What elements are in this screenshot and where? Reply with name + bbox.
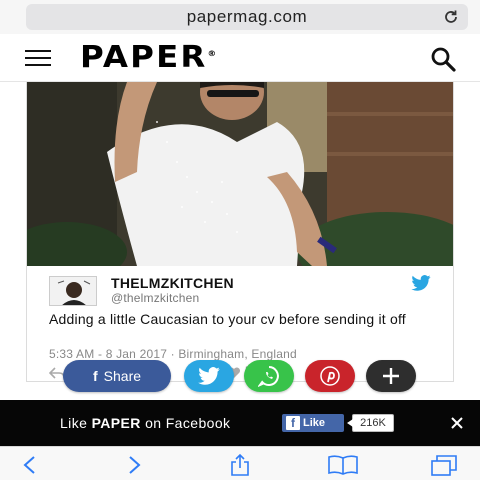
close-icon[interactable]	[449, 415, 465, 431]
tweet-text: Adding a little Caucasian to your cv bef…	[49, 311, 406, 327]
facebook-share-button[interactable]: f Share	[63, 360, 171, 392]
facebook-like-bar: Like PAPER on Facebook f Like 216K	[0, 400, 480, 446]
site-header: PAPER®	[0, 34, 480, 82]
facebook-like-count: 216K	[347, 414, 394, 432]
share-icon[interactable]	[226, 453, 254, 477]
browser-toolbar	[0, 446, 480, 480]
like-bar-text: Like PAPER on Facebook	[60, 400, 230, 446]
chevron-left-icon[interactable]	[16, 453, 44, 477]
url-text[interactable]: papermag.com	[26, 4, 468, 30]
tabs-icon[interactable]	[428, 453, 460, 477]
search-icon[interactable]	[430, 46, 456, 72]
tweet-author-name[interactable]: THELMZKITCHEN	[111, 275, 234, 291]
facebook-icon: f	[286, 416, 300, 430]
reload-icon[interactable]	[442, 8, 460, 26]
whatsapp-share-button[interactable]	[244, 360, 294, 392]
facebook-icon: f	[92, 368, 98, 384]
whatsapp-icon	[258, 366, 279, 387]
chevron-right-icon[interactable]	[120, 453, 148, 477]
embedded-tweet-card: THELMZKITCHEN @thelmzkitchen Adding a li…	[26, 82, 454, 382]
hamburger-menu-icon[interactable]	[25, 50, 51, 66]
twitter-bird-icon[interactable]	[411, 275, 431, 291]
article-content: THELMZKITCHEN @thelmzkitchen Adding a li…	[0, 82, 480, 400]
facebook-like-button[interactable]: f Like	[282, 414, 344, 432]
like-bar-prefix: Like	[60, 415, 92, 431]
facebook-like-label: Like	[303, 417, 326, 429]
logo-text: PAPER	[80, 40, 208, 75]
tweet-avatar[interactable]	[49, 276, 97, 306]
book-icon[interactable]	[326, 453, 360, 477]
tweet-video-image[interactable]	[27, 82, 453, 266]
tweet-author-handle[interactable]: @thelmzkitchen	[111, 291, 199, 305]
tweet-timestamp-location[interactable]: 5:33 AM - 8 Jan 2017 · Birmingham, Engla…	[49, 347, 297, 361]
address-bar[interactable]: papermag.com	[26, 4, 468, 30]
plus-icon	[383, 368, 399, 384]
share-buttons: f Share	[0, 360, 480, 394]
more-share-button[interactable]	[366, 360, 416, 392]
like-bar-suffix: on Facebook	[140, 415, 231, 431]
logo-registered-mark: ®	[207, 49, 217, 58]
facebook-share-label: Share	[103, 368, 142, 384]
pinterest-icon	[320, 366, 340, 386]
twitter-share-button[interactable]	[184, 360, 234, 392]
pinterest-share-button[interactable]	[305, 360, 355, 392]
browser-address-bar-area: papermag.com	[0, 0, 480, 34]
like-bar-brand: PAPER	[91, 415, 141, 431]
twitter-bird-icon	[198, 367, 220, 385]
site-logo[interactable]: PAPER®	[80, 40, 216, 76]
